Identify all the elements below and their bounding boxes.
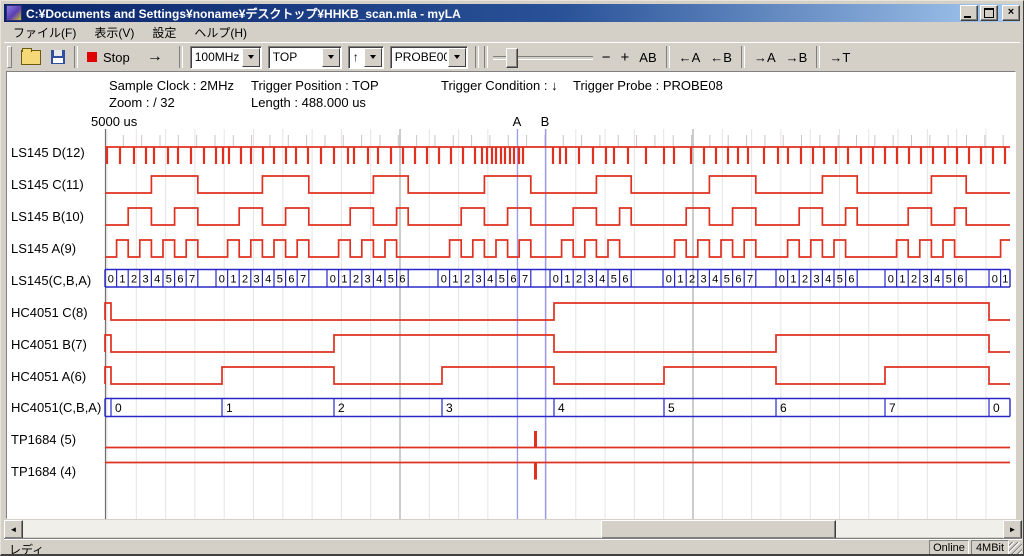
timebase-label: 5000 us	[91, 114, 137, 129]
window-title: C:¥Documents and Settings¥noname¥デスクトップ¥…	[26, 5, 958, 22]
minimize-icon	[964, 16, 971, 18]
info-sample-clock: Sample Clock : 2MHz	[109, 78, 234, 93]
dropdown-arrow-icon[interactable]	[242, 48, 260, 67]
cursor-b-label[interactable]: B	[537, 114, 553, 129]
toolbar-separator	[666, 46, 670, 68]
info-zoom: Zoom : / 32	[109, 95, 175, 110]
channel-label-7: HC4051 A(6)	[11, 369, 86, 385]
dropdown-arrow-icon[interactable]	[322, 48, 340, 67]
scroll-left-button[interactable]: ◄	[4, 520, 23, 539]
sample-clock-combo[interactable]: 100MHz	[190, 46, 262, 69]
info-trigger-position: Trigger Position : TOP	[251, 78, 379, 93]
channel-label-5: HC4051 C(8)	[11, 305, 88, 321]
maximize-button[interactable]	[980, 5, 998, 21]
menu-item-0[interactable]: ファイル(F)	[4, 23, 85, 42]
close-button[interactable]: ×	[1002, 5, 1020, 21]
toolbar: Stop → 100MHz TOP ↑ PROBE00 − + AB ←A	[4, 42, 1020, 71]
dropdown-arrow-icon[interactable]	[364, 48, 382, 67]
menu-item-3[interactable]: ヘルプ(H)	[185, 23, 256, 42]
stop-icon	[87, 52, 97, 62]
channel-label-6: HC4051 B(7)	[11, 337, 87, 353]
goto-trigger-button[interactable]: →T	[824, 46, 855, 68]
app-icon[interactable]	[6, 5, 22, 21]
sample-clock-value: 100MHz	[191, 50, 241, 64]
zoom-in-button[interactable]: +	[616, 46, 635, 68]
channel-label-1: LS145 C(11)	[11, 177, 84, 193]
goto-b-left-button[interactable]: ←B	[705, 46, 737, 68]
scroll-right-button[interactable]: ►	[1003, 520, 1022, 539]
run-arrow-icon: →	[147, 48, 163, 66]
save-floppy-icon	[51, 50, 65, 64]
minimize-button[interactable]	[960, 5, 978, 21]
scrollbar-thumb[interactable]	[601, 520, 836, 539]
maximize-icon	[984, 8, 994, 18]
resize-grip[interactable]	[1009, 542, 1022, 555]
trigger-probe-value: PROBE00	[391, 50, 447, 64]
waveform-panel[interactable]	[6, 71, 1016, 519]
menu-bar: ファイル(F)表示(V)設定ヘルプ(H)	[4, 23, 1020, 41]
channel-label-2: LS145 B(10)	[11, 209, 84, 225]
status-online-badge: Online	[929, 540, 969, 555]
scroll-left-icon: ◄	[10, 525, 18, 534]
goto-b-right-button[interactable]: →B	[781, 46, 813, 68]
channel-label-8: HC4051(C,B,A)	[11, 400, 101, 416]
open-button[interactable]	[16, 46, 46, 68]
toolbar-separator	[741, 46, 745, 68]
stop-button[interactable]: Stop	[82, 46, 135, 68]
trigger-edge-value: ↑	[349, 50, 363, 64]
channel-label-0: LS145 D(12)	[11, 145, 85, 161]
toolbar-separator	[74, 46, 78, 68]
horizontal-scrollbar[interactable]: ◄ ►	[4, 520, 1022, 537]
menu-item-1[interactable]: 表示(V)	[85, 23, 143, 42]
trigger-position-combo[interactable]: TOP	[268, 46, 342, 69]
title-bar[interactable]: C:¥Documents and Settings¥noname¥デスクトップ¥…	[4, 4, 1020, 22]
trigger-probe-combo[interactable]: PROBE00	[390, 46, 468, 69]
stop-label: Stop	[103, 50, 130, 65]
dropdown-arrow-icon[interactable]	[448, 48, 466, 67]
status-memory-badge: 4MBit	[971, 540, 1009, 555]
zoom-slider[interactable]	[493, 46, 593, 68]
info-trigger-probe: Trigger Probe : PROBE08	[573, 78, 723, 93]
scroll-right-icon: ►	[1009, 525, 1017, 534]
goto-a-left-button[interactable]: ←A	[674, 46, 706, 68]
status-ready: レディ	[9, 541, 44, 556]
toolbar-separator	[484, 46, 488, 68]
trigger-edge-combo[interactable]: ↑	[348, 46, 384, 69]
info-length: Length : 488.000 us	[251, 95, 366, 110]
zoom-slider-thumb[interactable]	[506, 48, 518, 68]
toolbar-grip[interactable]	[7, 46, 12, 68]
run-button[interactable]: →	[135, 46, 175, 68]
toolbar-separator	[816, 46, 820, 68]
toolbar-separator	[475, 46, 479, 68]
channel-label-4: LS145(C,B,A)	[11, 273, 91, 289]
info-trigger-condition: Trigger Condition : ↓	[441, 78, 558, 93]
ab-button[interactable]: AB	[634, 46, 661, 68]
open-folder-icon	[21, 50, 41, 65]
toolbar-separator	[179, 46, 183, 68]
channel-label-9: TP1684 (5)	[11, 432, 76, 448]
channel-label-3: LS145 A(9)	[11, 241, 76, 257]
trigger-position-value: TOP	[269, 50, 321, 64]
cursor-a-label[interactable]: A	[509, 114, 525, 129]
close-icon: ×	[1008, 6, 1014, 18]
channel-label-10: TP1684 (4)	[11, 464, 76, 480]
zoom-out-button[interactable]: −	[597, 46, 616, 68]
goto-a-right-button[interactable]: →A	[749, 46, 781, 68]
status-bar: レディ Online 4MBit	[4, 538, 1022, 556]
save-button[interactable]	[46, 46, 70, 68]
menu-item-2[interactable]: 設定	[143, 23, 185, 42]
app-window: C:¥Documents and Settings¥noname¥デスクトップ¥…	[0, 0, 1024, 556]
